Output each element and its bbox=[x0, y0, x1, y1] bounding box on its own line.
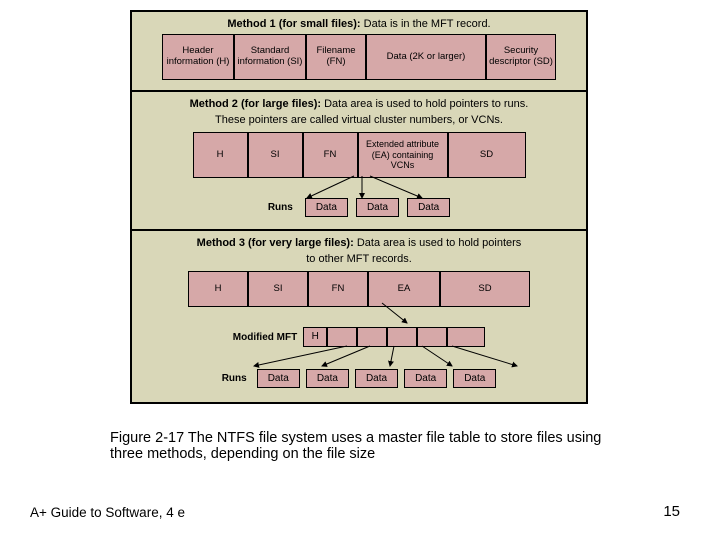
method1-row: Header information (H) Standard informat… bbox=[138, 34, 580, 80]
m3-mod-label: Modified MFT bbox=[233, 332, 297, 343]
m3-data-5: Data bbox=[453, 369, 496, 388]
m3-runs-label: Runs bbox=[222, 373, 247, 384]
method1-title: Method 1 (for small files): Data is in t… bbox=[138, 18, 580, 30]
m3-seg2 bbox=[357, 327, 387, 347]
method1-section: Method 1 (for small files): Data is in t… bbox=[132, 12, 586, 92]
footer-page-number: 15 bbox=[663, 503, 680, 520]
m3-data-3: Data bbox=[355, 369, 398, 388]
method3-row: H SI FN EA SD bbox=[138, 271, 580, 307]
m3-runs-row: Runs Data Data Data Data Data bbox=[138, 369, 580, 388]
m3-seg5 bbox=[447, 327, 485, 347]
m2-cell-h: H bbox=[193, 132, 248, 178]
method2-title-rest: Data area is used to hold pointers to ru… bbox=[321, 98, 528, 110]
method2-title: Method 2 (for large files): Data area is… bbox=[138, 98, 580, 110]
method3-section: Method 3 (for very large files): Data ar… bbox=[132, 231, 586, 402]
m3-seg4 bbox=[417, 327, 447, 347]
m1-cell-si: Standard information (SI) bbox=[234, 34, 306, 80]
m3-cell-si: SI bbox=[248, 271, 308, 307]
m1-cell-fn: Filename (FN) bbox=[306, 34, 366, 80]
m3-cell-h: H bbox=[188, 271, 248, 307]
method3-title-rest: Data area is used to hold pointers bbox=[354, 237, 522, 249]
m2-runs-label: Runs bbox=[268, 202, 293, 213]
footer-book-title: A+ Guide to Software, 4 e bbox=[30, 505, 185, 520]
m2-data-1: Data bbox=[305, 198, 348, 217]
figure-caption: Figure 2-17 The NTFS file system uses a … bbox=[110, 430, 610, 462]
m2-runs-row: Runs Data Data Data bbox=[138, 198, 580, 217]
m2-cell-fn: FN bbox=[303, 132, 358, 178]
m3-seg3 bbox=[387, 327, 417, 347]
m3-data-4: Data bbox=[404, 369, 447, 388]
m3-cell-sd: SD bbox=[440, 271, 530, 307]
m3-modified-mft-row: Modified MFT H bbox=[138, 327, 580, 347]
method3-title-bold: Method 3 (for very large files): bbox=[197, 237, 354, 249]
method2-title-bold: Method 2 (for large files): bbox=[190, 98, 321, 110]
method1-title-rest: Data is in the MFT record. bbox=[361, 18, 491, 30]
method3-title: Method 3 (for very large files): Data ar… bbox=[138, 237, 580, 249]
method1-title-bold: Method 1 (for small files): bbox=[227, 18, 360, 30]
m3-data-1: Data bbox=[257, 369, 300, 388]
m3-cell-fn: FN bbox=[308, 271, 368, 307]
m1-cell-h: Header information (H) bbox=[162, 34, 234, 80]
m2-data-3: Data bbox=[407, 198, 450, 217]
m2-cell-sd: SD bbox=[448, 132, 526, 178]
m1-cell-sd: Security descriptor (SD) bbox=[486, 34, 556, 80]
m3-data-2: Data bbox=[306, 369, 349, 388]
m2-cell-ea: Extended attribute (EA) containing VCNs bbox=[358, 132, 448, 178]
method2-subtitle: These pointers are called virtual cluste… bbox=[138, 114, 580, 126]
m3-cell-ea: EA bbox=[368, 271, 440, 307]
method3-subtitle: to other MFT records. bbox=[138, 253, 580, 265]
diagram-outer: Method 1 (for small files): Data is in t… bbox=[130, 10, 588, 404]
m2-data-2: Data bbox=[356, 198, 399, 217]
m1-cell-data: Data (2K or larger) bbox=[366, 34, 486, 80]
m3-seg1 bbox=[327, 327, 357, 347]
figure-diagram: Method 1 (for small files): Data is in t… bbox=[130, 10, 588, 404]
m2-cell-si: SI bbox=[248, 132, 303, 178]
m3-mod-h: H bbox=[303, 327, 327, 347]
method2-row: H SI FN Extended attribute (EA) containi… bbox=[138, 132, 580, 178]
method2-section: Method 2 (for large files): Data area is… bbox=[132, 92, 586, 231]
